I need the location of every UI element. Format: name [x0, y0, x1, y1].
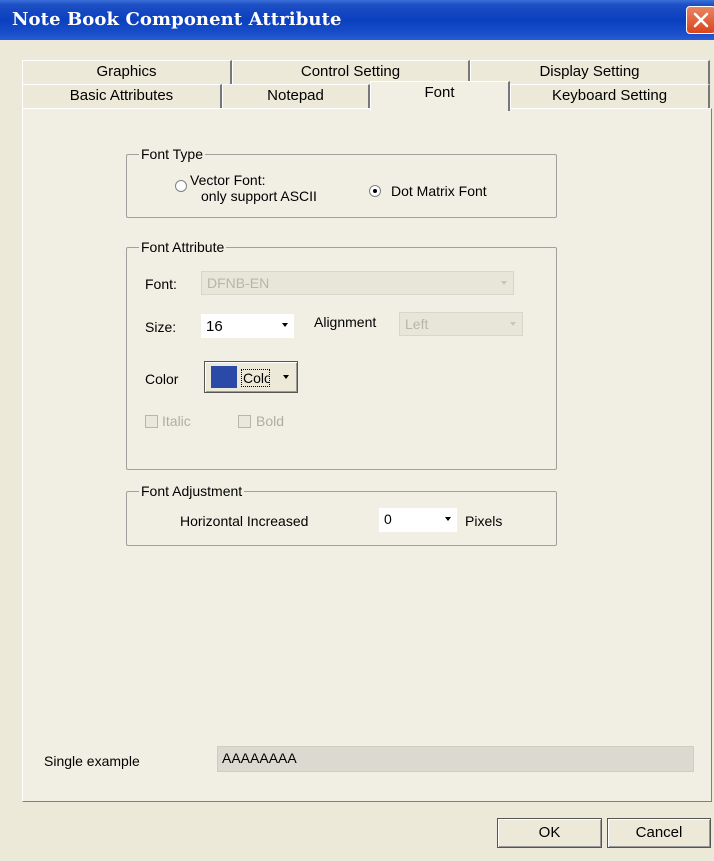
- chevron-down-icon: [283, 375, 289, 379]
- horizontal-increased-value: 0: [384, 511, 392, 527]
- alignment-select-value: Left: [405, 316, 429, 332]
- title-bar: Note Book Component Attribute: [0, 0, 714, 40]
- font-adjustment-legend: Font Adjustment: [141, 483, 243, 499]
- font-type-legend: Font Type: [141, 146, 204, 162]
- cancel-button[interactable]: Cancel: [607, 818, 711, 848]
- close-icon: [693, 12, 709, 28]
- size-select-value: 16: [206, 318, 223, 335]
- color-button[interactable]: Color: [204, 361, 298, 393]
- alignment-label: Alignment: [314, 314, 377, 330]
- dot-matrix-font-radio[interactable]: [369, 185, 381, 197]
- single-example-label: Single example: [44, 753, 140, 769]
- size-label: Size:: [145, 319, 177, 335]
- font-attribute-legend: Font Attribute: [141, 239, 225, 255]
- tab-graphics[interactable]: Graphics: [22, 60, 232, 84]
- size-select[interactable]: 16: [201, 314, 294, 338]
- color-button-label: Color: [241, 369, 270, 387]
- tab-notepad[interactable]: Notepad: [222, 84, 370, 108]
- tab-font[interactable]: Font: [370, 81, 510, 111]
- single-example-preview: AAAAAAAA: [217, 746, 694, 772]
- close-button[interactable]: [686, 6, 714, 34]
- bold-checkbox[interactable]: [238, 415, 251, 428]
- vector-font-label-1[interactable]: Vector Font:: [190, 172, 265, 188]
- italic-checkbox[interactable]: [145, 415, 158, 428]
- italic-label: Italic: [162, 413, 191, 429]
- single-example-text: AAAAAAAA: [222, 750, 297, 766]
- chevron-down-icon: [282, 323, 288, 327]
- vector-font-radio[interactable]: [175, 180, 187, 192]
- window-title: Note Book Component Attribute: [12, 9, 342, 30]
- vector-font-label-2[interactable]: only support ASCII: [201, 188, 317, 204]
- ok-button[interactable]: OK: [497, 818, 602, 848]
- font-label: Font:: [145, 276, 177, 292]
- font-select[interactable]: DFNB-EN: [201, 271, 514, 295]
- chevron-down-icon: [510, 322, 516, 326]
- font-select-value: DFNB-EN: [207, 275, 270, 291]
- tab-keyboard-setting[interactable]: Keyboard Setting: [510, 84, 710, 108]
- tab-basic-attributes[interactable]: Basic Attributes: [22, 84, 222, 108]
- chevron-down-icon: [445, 517, 451, 521]
- bold-label: Bold: [256, 413, 285, 429]
- pixels-label: Pixels: [465, 513, 503, 529]
- color-swatch: [211, 366, 237, 388]
- color-label: Color: [145, 371, 179, 387]
- alignment-select[interactable]: Left: [399, 312, 523, 336]
- horizontal-increased-label: Horizontal Increased: [180, 513, 309, 529]
- chevron-down-icon: [501, 281, 507, 285]
- dot-matrix-font-label[interactable]: Dot Matrix Font: [391, 183, 487, 199]
- horizontal-increased-select[interactable]: 0: [379, 508, 457, 532]
